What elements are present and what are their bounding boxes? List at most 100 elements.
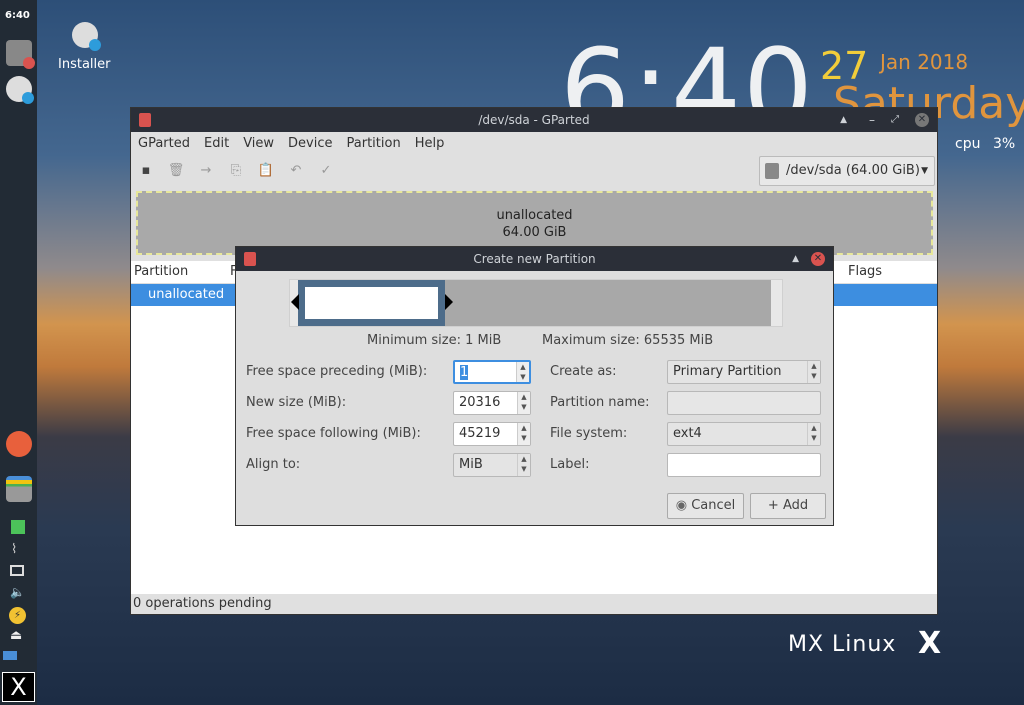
dialog-app-icon (244, 252, 256, 266)
file-system-combo[interactable]: ext4 ▲ ▼ (667, 422, 821, 446)
new-partition-fill (305, 287, 438, 319)
disk-graphic-name: unallocated (496, 208, 573, 223)
following-spinbox[interactable]: 45219 ▲ ▼ (453, 422, 531, 446)
display-icon[interactable] (10, 565, 24, 576)
close-icon[interactable]: ✕ (811, 252, 825, 266)
shade-icon[interactable]: ▲ (792, 247, 799, 271)
add-button[interactable]: + Add (750, 493, 826, 519)
menubar: GParted Edit View Device Partition Help (131, 132, 937, 156)
label-input[interactable] (667, 453, 821, 477)
menu-edit[interactable]: Edit (197, 132, 236, 156)
menu-gparted[interactable]: GParted (131, 132, 197, 156)
left-resize-handle[interactable] (291, 294, 299, 310)
maximize-icon[interactable]: ⤢ (891, 108, 899, 132)
preceding-spinbox[interactable]: 1 ▲ ▼ (453, 360, 531, 384)
mx-logo-icon: X (918, 626, 942, 661)
installer-icon[interactable] (72, 22, 101, 51)
column-flags[interactable]: Flags (848, 261, 882, 283)
min-size-label: Minimum size: 1 MiB (367, 333, 502, 348)
menu-help[interactable]: Help (408, 132, 452, 156)
firefox-icon[interactable] (6, 431, 32, 457)
column-partition[interactable]: Partition (134, 261, 188, 283)
spin-arrows-icon[interactable]: ▲ ▼ (517, 392, 530, 414)
combo-arrows-icon: ▲ ▼ (807, 361, 820, 383)
volume-icon[interactable]: 🔈 (10, 585, 25, 599)
shade-icon[interactable]: ▲ (840, 108, 847, 132)
eject-icon[interactable]: ⏏ (10, 628, 22, 643)
status-bar: 0 operations pending (131, 594, 937, 614)
delete-icon[interactable]: 🗑 (167, 162, 185, 180)
dropdown-arrow-icon: ▼ (921, 166, 928, 176)
cancel-icon: ◉ (675, 498, 688, 513)
package-icon[interactable] (11, 520, 25, 534)
row-partition: unallocated (148, 287, 225, 302)
dialog-title: Create new Partition (473, 252, 596, 266)
partition-name-label: Partition name: (550, 395, 650, 410)
undo-icon[interactable]: ↶ (287, 162, 305, 180)
copy-icon[interactable]: ⎘ (227, 162, 245, 180)
right-resize-handle[interactable] (445, 294, 453, 310)
following-label: Free space following (MiB): (246, 426, 421, 441)
size-label: New size (MiB): (246, 395, 347, 410)
window-title: /dev/sda - GParted (478, 113, 590, 127)
gparted-titlebar[interactable]: /dev/sda - GParted ▲ – ⤢ ✕ (131, 108, 937, 132)
mx-menu-icon[interactable]: X (2, 672, 35, 702)
left-panel: 6:40 ⌇ 🔈 ⚡ ⏏ X (0, 0, 37, 705)
menu-device[interactable]: Device (281, 132, 339, 156)
create-as-value: Primary Partition (673, 364, 782, 379)
installer-label: Installer (58, 57, 111, 72)
cancel-button[interactable]: ◉ Cancel (667, 493, 744, 519)
workspace-icon[interactable] (3, 651, 17, 660)
file-system-value: ext4 (673, 426, 702, 441)
close-icon[interactable]: ✕ (915, 113, 929, 127)
disk-graphic-size: 64.00 GiB (502, 225, 567, 240)
align-value: MiB (459, 457, 483, 472)
resize-move-icon[interactable]: → (197, 162, 215, 180)
menu-partition[interactable]: Partition (340, 132, 408, 156)
panel-clock: 6:40 (5, 10, 30, 21)
add-icon: + (767, 498, 779, 513)
device-selector[interactable]: /dev/sda (64.00 GiB) ▼ (759, 156, 935, 186)
add-label: Add (782, 498, 809, 513)
dialog-titlebar[interactable]: Create new Partition ▲ ✕ (236, 247, 833, 271)
apply-icon[interactable]: ✓ (317, 162, 335, 180)
max-size-label: Maximum size: 65535 MiB (542, 333, 714, 348)
preceding-value: 1 (460, 365, 469, 380)
menu-view[interactable]: View (236, 132, 281, 156)
conky-month-year: Jan 2018 (880, 50, 969, 74)
file-system-label: File system: (550, 426, 628, 441)
minimize-icon[interactable]: – (869, 108, 875, 132)
spin-arrows-icon[interactable]: ▲ ▼ (516, 362, 529, 382)
paste-icon[interactable]: 📋 (257, 162, 275, 180)
align-label: Align to: (246, 457, 301, 472)
new-size-value: 20316 (459, 395, 501, 410)
mx-linux-logo: MX Linux (788, 632, 897, 657)
partition-resizer[interactable] (289, 279, 783, 327)
status-text: 0 operations pending (133, 596, 272, 611)
conky-cpu-label: cpu (955, 136, 981, 152)
cancel-label: Cancel (691, 498, 736, 513)
device-selector-value: /dev/sda (64.00 GiB) (786, 163, 920, 178)
new-partition-icon[interactable]: ▪ (137, 162, 155, 180)
create-as-combo[interactable]: Primary Partition ▲ ▼ (667, 360, 821, 384)
clipboard-icon[interactable]: ⌇ (11, 542, 17, 557)
disk-icon (765, 163, 779, 179)
new-partition-block[interactable] (298, 280, 445, 326)
align-combo[interactable]: MiB ▲ ▼ (453, 453, 531, 477)
installer-panel-icon[interactable] (6, 76, 34, 104)
following-value: 45219 (459, 426, 501, 441)
gparted-app-icon (139, 113, 151, 127)
spin-arrows-icon[interactable]: ▲ ▼ (517, 423, 530, 445)
disk-manager-icon[interactable] (6, 40, 35, 69)
new-size-spinbox[interactable]: 20316 ▲ ▼ (453, 391, 531, 415)
preceding-label: Free space preceding (MiB): (246, 364, 428, 379)
combo-arrows-icon: ▲ ▼ (807, 423, 820, 445)
power-icon[interactable]: ⚡ (9, 607, 26, 624)
toolbar: ▪ 🗑 → ⎘ 📋 ↶ ✓ /dev/sda (64.00 GiB) ▼ (131, 156, 937, 188)
create-partition-dialog: Create new Partition ▲ ✕ Minimum size: 1… (235, 246, 834, 526)
create-as-label: Create as: (550, 364, 617, 379)
file-manager-icon[interactable] (6, 476, 32, 502)
partition-name-input[interactable] (667, 391, 821, 415)
combo-arrows-icon: ▲ ▼ (517, 454, 530, 476)
conky-cpu-value: 3% (993, 136, 1016, 152)
